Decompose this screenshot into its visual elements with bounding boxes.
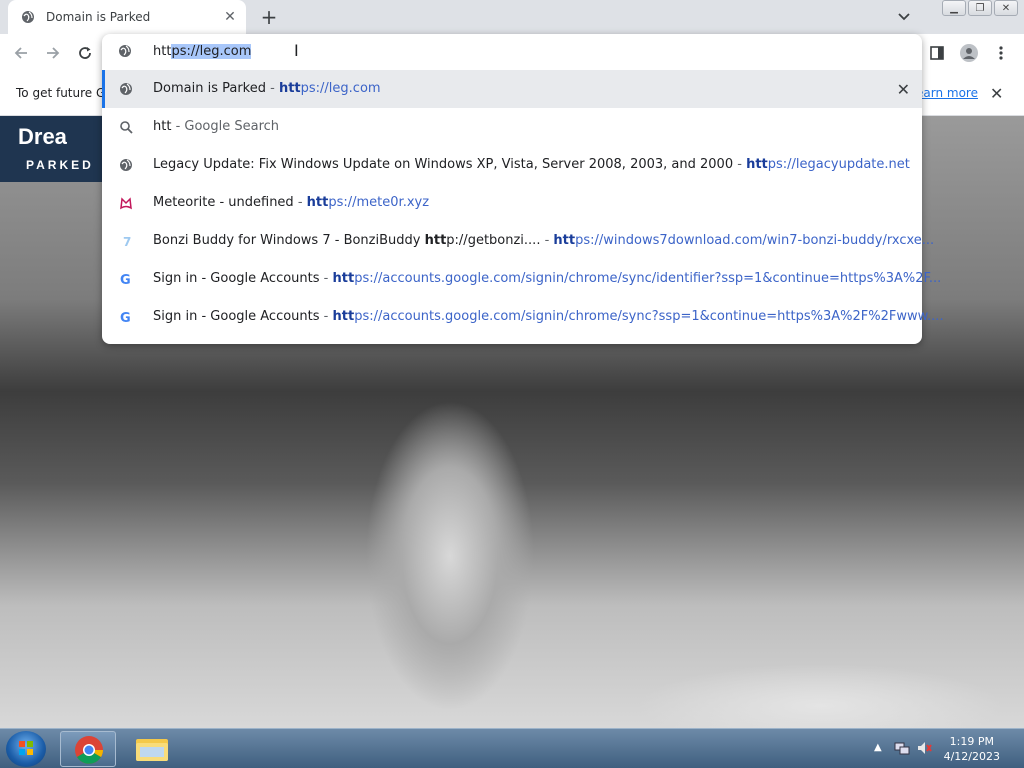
svg-text:G: G: [120, 311, 131, 324]
suggestion-row[interactable]: 7 Bonzi Buddy for Windows 7 - BonziBuddy…: [102, 222, 934, 260]
suggestion-title: Bonzi Buddy for Windows 7 - BonziBuddy h…: [153, 233, 541, 248]
suggestion-row[interactable]: htt - Google Search: [102, 108, 922, 146]
meteorite-icon: [118, 195, 134, 211]
close-window-button[interactable]: ✕: [994, 0, 1018, 16]
forward-arrow-icon[interactable]: [42, 42, 64, 64]
minimize-button[interactable]: ▁: [942, 0, 966, 16]
suggestion-row[interactable]: Legacy Update: Fix Windows Update on Win…: [102, 146, 922, 184]
learn-more-link[interactable]: earn more: [916, 86, 978, 100]
brand-subtitle: PARKED: [26, 158, 94, 172]
search-icon: [118, 119, 134, 135]
menu-dots-icon[interactable]: [990, 42, 1012, 64]
omnibox-dropdown: https://leg.com I Domain is Parked - htt…: [102, 34, 944, 344]
suggestion-row[interactable]: G Sign in - Google Accounts - https://ac…: [102, 260, 941, 298]
tab-title: Domain is Parked: [46, 10, 151, 24]
text-cursor-icon: I: [294, 41, 299, 60]
new-tab-button[interactable]: +: [258, 5, 280, 29]
address-input[interactable]: https://leg.com: [153, 44, 252, 59]
suggestion-title: Meteorite - undefined: [153, 195, 294, 210]
info-bar-text: To get future G: [16, 86, 106, 100]
back-arrow-icon[interactable]: [10, 42, 32, 64]
window-controls: ▁ ❐ ✕: [942, 0, 1018, 16]
clock-date: 4/12/2023: [943, 750, 1000, 763]
clock-time: 1:19 PM: [949, 735, 994, 748]
tab-close-icon[interactable]: ✕: [222, 9, 238, 25]
autocomplete-selection: ps://leg.com: [171, 44, 252, 59]
clock[interactable]: 1:19 PM 4/12/2023: [944, 734, 1000, 764]
suggestion-row[interactable]: Domain is Parked - https://leg.com ✕: [102, 70, 922, 108]
side-panel-icon[interactable]: [926, 42, 948, 64]
info-bar-close-icon[interactable]: ✕: [990, 84, 1003, 103]
tab-strip: Domain is Parked ✕ + ▁ ❐ ✕: [0, 0, 1024, 34]
maximize-button[interactable]: ❐: [968, 0, 992, 16]
start-button[interactable]: [6, 731, 46, 767]
globe-icon: [118, 44, 134, 60]
google-icon: G: [118, 271, 134, 287]
system-tray: ▲ 1:19 PM 4/12/2023: [864, 729, 1024, 768]
address-bar[interactable]: https://leg.com I: [102, 34, 922, 70]
tab-domain-is-parked[interactable]: Domain is Parked ✕: [8, 0, 246, 34]
suggestion-title: htt: [153, 119, 172, 134]
remove-suggestion-icon[interactable]: ✕: [897, 80, 910, 99]
google-icon: G: [118, 309, 134, 325]
globe-icon: [118, 157, 134, 173]
suggestion-row[interactable]: Meteorite - undefined - https://mete0r.x…: [102, 184, 922, 222]
network-icon[interactable]: [894, 740, 910, 760]
show-hidden-icons-icon[interactable]: ▲: [874, 742, 882, 753]
volume-muted-icon[interactable]: [916, 740, 932, 760]
brand-title: Drea: [18, 124, 67, 149]
suggestion-title: Sign in - Google Accounts: [153, 271, 320, 286]
windows7-icon: 7: [118, 233, 134, 249]
suggestion-title: Domain is Parked: [153, 81, 266, 96]
globe-icon: [118, 81, 134, 97]
reload-icon[interactable]: [74, 42, 96, 64]
globe-icon: [20, 9, 36, 25]
profile-avatar-icon[interactable]: [958, 42, 980, 64]
brand-banner[interactable]: Drea PARKED: [0, 116, 102, 182]
svg-text:7: 7: [123, 235, 131, 248]
suggestion-title: Sign in - Google Accounts: [153, 309, 320, 324]
taskbar: ▲ 1:19 PM 4/12/2023: [0, 728, 1024, 768]
chrome-taskbar-button[interactable]: [60, 731, 116, 767]
suggestion-title: Legacy Update: Fix Windows Update on Win…: [153, 157, 734, 172]
explorer-folder-icon[interactable]: [124, 731, 180, 767]
tab-search-icon[interactable]: [895, 8, 913, 26]
svg-text:G: G: [120, 273, 131, 286]
suggestion-row[interactable]: G Sign in - Google Accounts - https://ac…: [102, 298, 944, 336]
